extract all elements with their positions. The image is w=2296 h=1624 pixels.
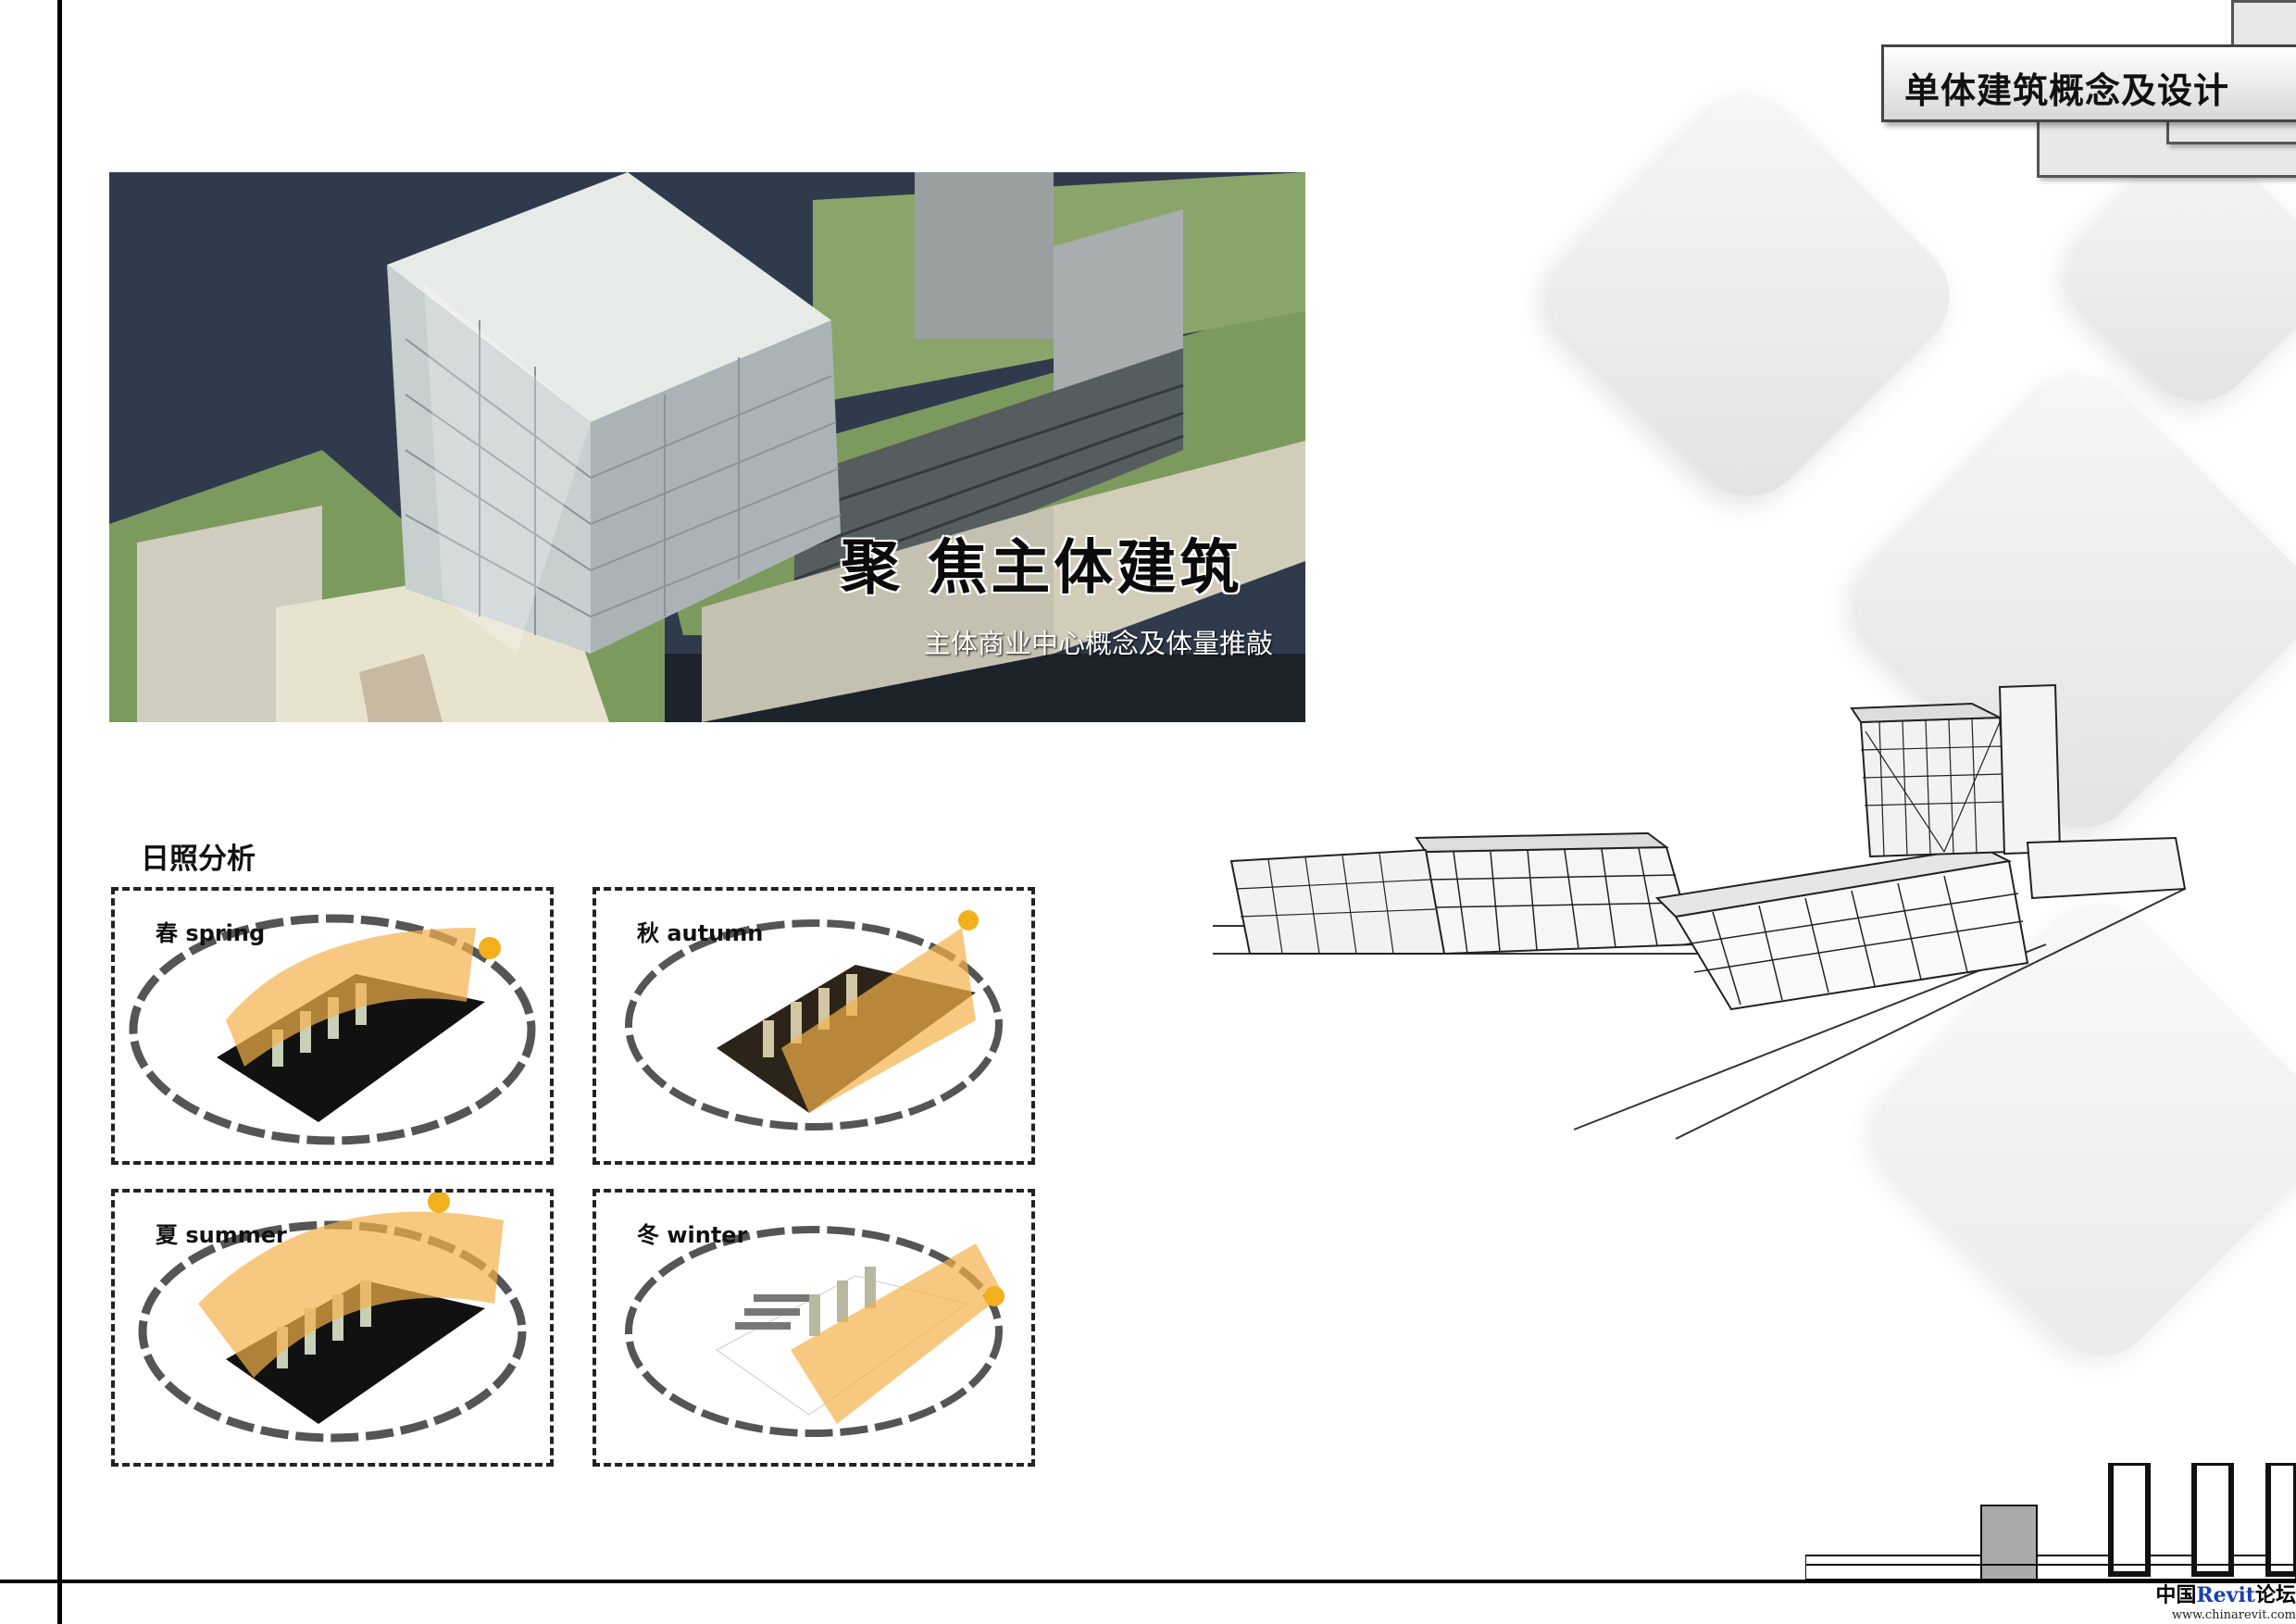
site-watermark: 中国Revit论坛 www.chinarevit.com — [2152, 1579, 2296, 1624]
sun-panel-summer: 夏 summer — [111, 1189, 554, 1467]
hero-title: 聚 焦主体建筑 — [841, 534, 1243, 603]
watermark-url: www.chinarevit.com — [2171, 1608, 2296, 1622]
season-label-spring: 春 spring — [156, 920, 266, 946]
sun-panel-autumn: 秋 autumn — [593, 887, 1035, 1165]
season-label-summer: 夏 summer — [156, 1222, 287, 1248]
title-plate: 单体建筑概念及设计 — [1881, 44, 2296, 122]
watermark-brand: 中国Revit论坛 — [2152, 1579, 2296, 1608]
watermark-brand-suffix: 论坛 — [2254, 1583, 2296, 1607]
frame-left-line — [57, 0, 62, 1624]
sun-panel-winter: 冬 winter — [593, 1189, 1035, 1467]
hero-rendering: 聚 焦主体建筑 主体商业中心概念及体量推敲 — [109, 172, 1305, 722]
watermark-brand-highlight: Revit — [2196, 1583, 2255, 1607]
sun-analysis-label: 日照分析 — [141, 843, 256, 876]
watermark-brand-prefix: 中国 — [2155, 1583, 2197, 1607]
frame-bottom-line — [0, 1580, 2296, 1583]
sun-panel-spring: 春 spring — [111, 887, 554, 1165]
background-decor-1 — [1527, 73, 1973, 519]
season-label-winter: 冬 winter — [637, 1222, 748, 1248]
page-title: 单体建筑概念及设计 — [1904, 70, 2230, 111]
hero-subtitle: 主体商业中心概念及体量推敲 — [924, 628, 1274, 659]
section-elevation-illustration — [1804, 1460, 2296, 1580]
season-label-autumn: 秋 autumn — [637, 920, 764, 946]
axonometric-wireframe — [1213, 676, 2296, 1157]
axonometric-building-illustration — [1213, 683, 2187, 1140]
bottom-section-strip — [1804, 1460, 2296, 1580]
